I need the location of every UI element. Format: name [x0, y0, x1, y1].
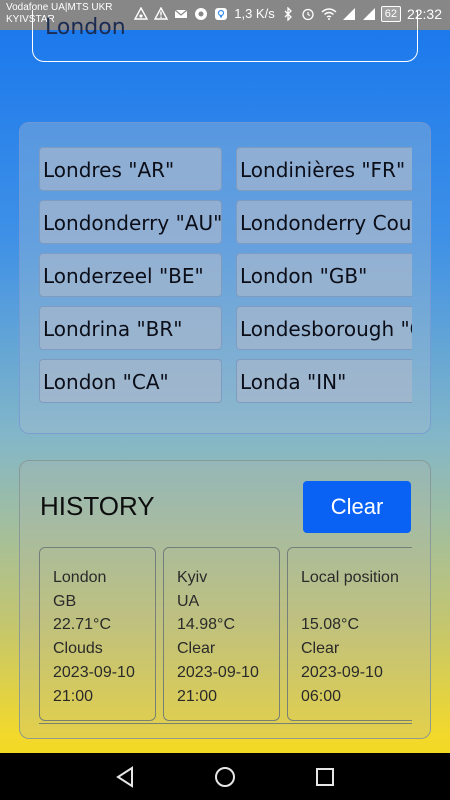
home-icon[interactable] — [214, 766, 236, 788]
city-suggestion-button[interactable]: Londesborough "GB" — [236, 306, 412, 350]
history-viewport[interactable]: London GB 22.71°C Clouds 2023-09-10 21:0… — [39, 547, 412, 724]
search-value: London — [45, 15, 126, 40]
suggestions-viewport[interactable]: Londres "AR" Londinières "FR" Londonderr… — [39, 147, 412, 409]
history-weather: Clouds — [53, 640, 103, 658]
history-card[interactable]: Local position 15.08°C Clear 2023-09-10 … — [287, 547, 412, 721]
recents-icon[interactable] — [314, 766, 336, 788]
history-card[interactable]: Kyiv UA 14.98°C Clear 2023-09-10 21:00 — [163, 547, 280, 721]
history-city: London — [53, 569, 107, 586]
city-suggestions-panel: Londres "AR" Londinières "FR" Londonderr… — [19, 122, 431, 434]
city-suggestion-button[interactable]: London "CA" — [39, 359, 222, 403]
back-icon[interactable] — [114, 766, 136, 788]
history-time: 06:00 — [301, 687, 342, 705]
city-suggestion-button[interactable]: Londonderry County — [236, 200, 412, 244]
history-date: 2023-09-10 — [177, 663, 259, 681]
app-screen: Vodafone UA|MTS UKR KYIVSTAR 1,3 K/s 62 … — [0, 0, 450, 800]
history-temperature: 14.98°C — [177, 616, 235, 634]
history-card[interactable]: London GB 22.71°C Clouds 2023-09-10 21:0… — [39, 547, 156, 721]
history-time: 21:00 — [53, 687, 94, 705]
history-country — [301, 590, 412, 614]
history-date: 2023-09-10 — [53, 663, 135, 681]
history-cards: London GB 22.71°C Clouds 2023-09-10 21:0… — [39, 547, 412, 723]
clear-history-button[interactable]: Clear — [303, 481, 411, 533]
city-suggestion-button[interactable]: Londa "IN" — [236, 359, 412, 403]
history-country: GB — [53, 592, 77, 610]
suggestions-grid: Londres "AR" Londinières "FR" Londonderr… — [39, 147, 412, 409]
history-temperature: 15.08°C — [301, 616, 359, 634]
city-suggestion-button[interactable]: London "GB" — [236, 253, 412, 297]
navigation-bar — [0, 753, 450, 800]
city-suggestion-button[interactable]: Londinières "FR" — [236, 147, 412, 191]
history-title: HISTORY — [40, 491, 155, 521]
history-date: 2023-09-10 — [301, 663, 383, 681]
city-suggestion-button[interactable]: Londres "AR" — [39, 147, 222, 191]
city-suggestion-button[interactable]: Londonderry "AU" — [39, 200, 222, 244]
search-input[interactable]: London — [32, 10, 418, 62]
history-panel: HISTORY Clear London GB 22.71°C Clouds 2… — [19, 460, 431, 739]
history-weather: Clear — [301, 640, 340, 658]
history-country: UA — [177, 592, 200, 610]
history-city: Kyiv — [177, 569, 208, 586]
city-suggestion-button[interactable]: Londrina "BR" — [39, 306, 222, 350]
history-temperature: 22.71°C — [53, 616, 111, 634]
city-suggestion-button[interactable]: Londerzeel "BE" — [39, 253, 222, 297]
history-city: Local position — [301, 569, 399, 586]
history-time: 21:00 — [177, 687, 218, 705]
history-weather: Clear — [177, 640, 216, 658]
